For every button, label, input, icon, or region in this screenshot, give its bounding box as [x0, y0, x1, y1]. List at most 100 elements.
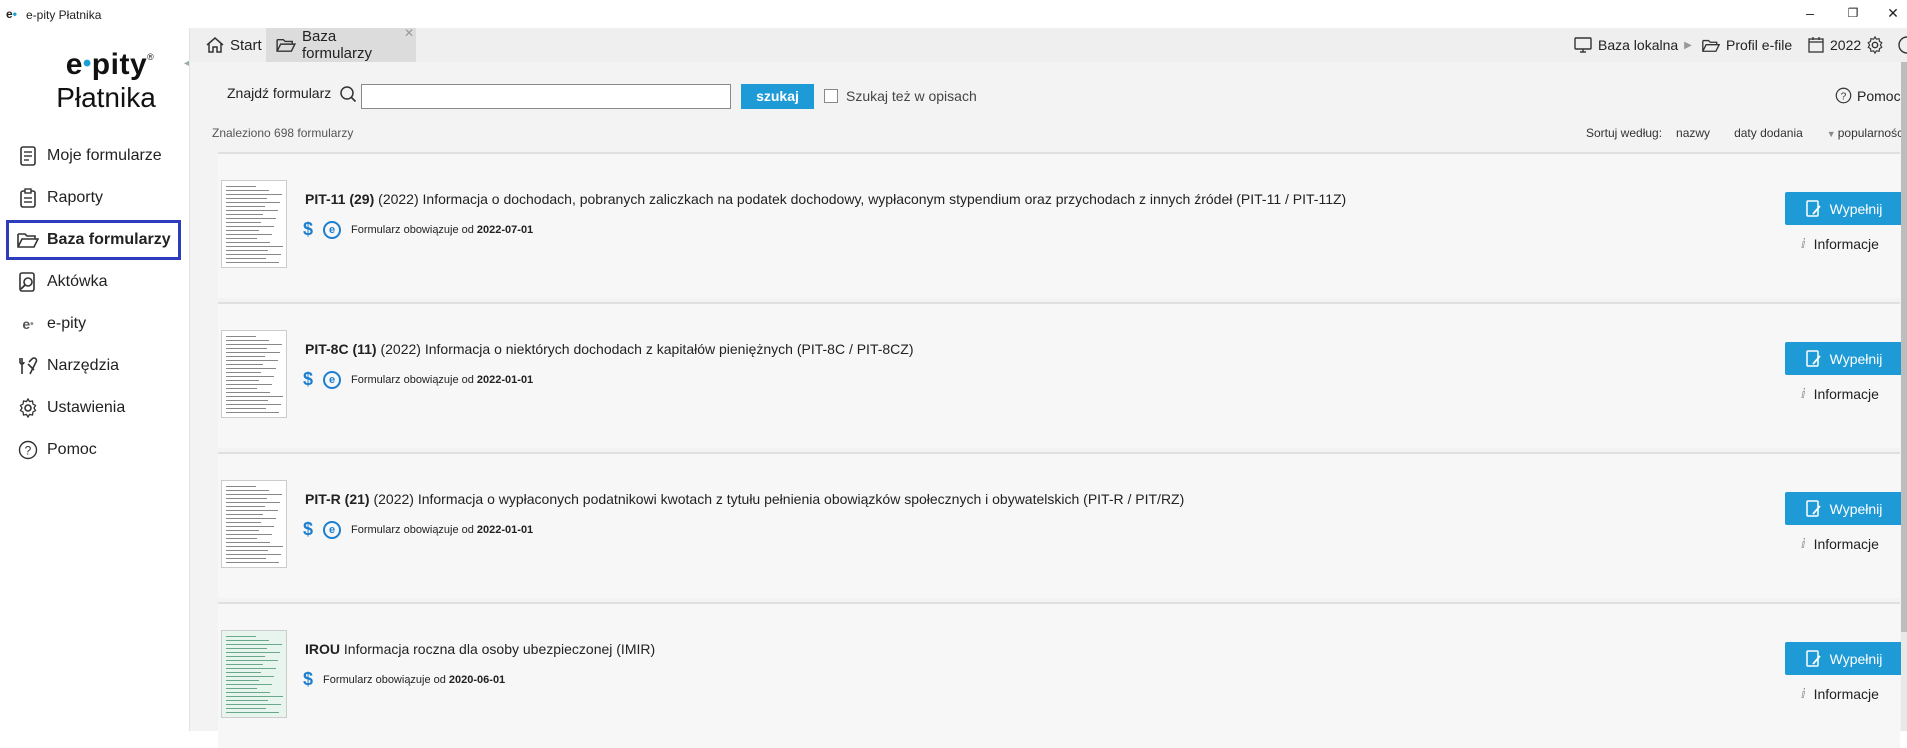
form-thumbnail[interactable]	[221, 630, 287, 718]
valid-from-date: 2022-01-01	[476, 523, 534, 536]
sidebar: ◂ e•pity® Płatnika Moje formularze Rapor…	[0, 28, 190, 731]
search-button[interactable]: szukaj	[741, 84, 814, 109]
form-meta: $ e Formularz obowiązuje od 2022-01-01	[303, 369, 533, 390]
form-thumbnail[interactable]	[221, 330, 287, 418]
form-code: PIT-11 (29)	[305, 191, 375, 207]
year-selector[interactable]: 2022	[1808, 28, 1861, 62]
info-label: Informacje	[1813, 536, 1879, 552]
help-circle-icon[interactable]	[1896, 28, 1907, 62]
valid-from-date: 2022-01-01	[476, 373, 534, 386]
tab-label: Baza formularzy	[302, 28, 373, 62]
form-card: PIT-11 (29) (2022) Informacja o dochodac…	[218, 152, 1903, 298]
form-description: Informacja roczna dla osoby ubezpieczone…	[340, 641, 656, 657]
profile-link[interactable]: Profil e-file	[1702, 28, 1792, 62]
tab-baza-formularzy[interactable]: Baza formularzy ✕	[266, 26, 416, 62]
sort-by-name[interactable]: nazwy	[1676, 126, 1710, 140]
document-icon	[17, 145, 39, 167]
sidebar-item-label: e-pity	[47, 315, 87, 332]
briefcase-search-icon	[17, 271, 39, 293]
edit-document-icon	[1805, 649, 1822, 668]
info-link[interactable]: ⅈ Informacje	[1801, 386, 1879, 402]
sidebar-item-label: Aktówka	[47, 273, 108, 290]
sidebar-item-narzedzia[interactable]: Narzędzia	[6, 346, 181, 386]
info-label: Informacje	[1813, 386, 1879, 402]
tab-start[interactable]: Start	[196, 28, 272, 62]
search-input[interactable]	[361, 84, 731, 109]
form-card: PIT-8C (11) (2022) Informacja o niektóry…	[218, 302, 1903, 448]
help-label: Pomoc	[1857, 87, 1901, 104]
edit-document-icon	[1805, 349, 1822, 368]
info-link[interactable]: ⅈ Informacje	[1801, 236, 1879, 252]
sort-by-popularity[interactable]: ▼ popularności	[1827, 126, 1906, 140]
monitor-icon	[1574, 37, 1592, 53]
e-declaration-icon: e	[323, 520, 342, 539]
sidebar-item-pomoc[interactable]: ? Pomoc	[6, 430, 181, 470]
info-link[interactable]: ⅈ Informacje	[1801, 686, 1879, 702]
sidebar-item-ustawienia[interactable]: Ustawienia	[6, 388, 181, 428]
local-db-link[interactable]: Baza lokalna ▶	[1574, 28, 1698, 62]
search-descriptions-checkbox[interactable]	[824, 89, 838, 103]
sort-label: Sortuj według:	[1586, 126, 1663, 140]
valid-from-label: Formularz obowiązuje od	[351, 223, 474, 236]
sidebar-nav: Moje formularze Raporty Baza formularzy …	[6, 136, 181, 472]
window-title: e-pity Płatnika	[26, 8, 102, 22]
e-pity-icon: e •	[22, 316, 34, 332]
form-title[interactable]: IROU Informacja roczna dla osoby ubezpie…	[305, 641, 655, 657]
search-bar: Znajdź formularz szukaj Szukaj też w opi…	[190, 62, 1907, 122]
local-db-label: Baza lokalna	[1598, 37, 1679, 53]
sidebar-item-moje-formularze[interactable]: Moje formularze	[6, 136, 181, 176]
sort-by-date[interactable]: daty dodania	[1734, 126, 1803, 140]
info-link[interactable]: ⅈ Informacje	[1801, 536, 1879, 552]
search-icon	[339, 85, 357, 108]
minimize-button[interactable]: –	[1795, 3, 1825, 23]
settings-gear-icon[interactable]	[1866, 28, 1884, 62]
sidebar-item-aktowka[interactable]: Aktówka	[6, 262, 181, 302]
tab-label: Start	[230, 36, 262, 54]
fill-button-label: Wypełnij	[1829, 500, 1883, 517]
valid-from-label: Formularz obowiązuje od	[323, 673, 446, 686]
valid-from-label: Formularz obowiązuje od	[351, 523, 474, 536]
tools-icon	[17, 355, 39, 377]
sidebar-item-label: Pomoc	[47, 441, 97, 458]
info-label: Informacje	[1813, 686, 1879, 702]
form-thumbnail[interactable]	[221, 480, 287, 568]
info-icon: ⅈ	[1801, 536, 1806, 551]
form-thumbnail[interactable]	[221, 180, 287, 268]
form-title[interactable]: PIT-11 (29) (2022) Informacja o dochodac…	[305, 191, 1346, 207]
form-description: (2022) Informacja o niektórych dochodach…	[376, 341, 914, 357]
form-card: IROU Informacja roczna dla osoby ubezpie…	[218, 602, 1903, 748]
calendar-icon	[1808, 37, 1824, 53]
dollar-icon: $	[303, 219, 314, 239]
fill-button[interactable]: Wypełnij	[1785, 192, 1903, 225]
scrollbar-thumb[interactable]	[1901, 62, 1907, 632]
scrollbar[interactable]	[1901, 62, 1907, 731]
form-title[interactable]: PIT-R (21) (2022) Informacja o wypłacony…	[305, 491, 1184, 507]
e-declaration-icon: e	[323, 370, 342, 389]
form-meta: $ e Formularz obowiązuje od 2022-01-01	[303, 519, 533, 540]
form-title[interactable]: PIT-8C (11) (2022) Informacja o niektóry…	[305, 341, 914, 357]
close-button[interactable]: ✕	[1878, 3, 1907, 23]
fill-button[interactable]: Wypełnij	[1785, 492, 1903, 525]
collapse-sidebar-icon[interactable]: ◂	[184, 58, 189, 69]
sidebar-item-e-pity[interactable]: e • e-pity	[6, 304, 181, 344]
gear-icon	[17, 397, 39, 419]
close-tab-icon[interactable]: ✕	[404, 26, 414, 40]
info-icon: ⅈ	[1801, 386, 1806, 401]
question-icon: ?	[17, 439, 39, 461]
fill-button-label: Wypełnij	[1829, 350, 1883, 367]
clipboard-icon	[17, 187, 39, 209]
folder-open-icon	[1702, 38, 1720, 53]
search-label: Znajdź formularz	[227, 85, 332, 101]
fill-button[interactable]: Wypełnij	[1785, 342, 1903, 375]
restore-button[interactable]: ❐	[1838, 3, 1868, 23]
valid-from-date: 2022-07-01	[476, 223, 534, 236]
sort-desc-arrow-icon: ▼	[1826, 129, 1836, 139]
form-code: PIT-R (21)	[305, 491, 370, 507]
sidebar-item-baza-formularzy[interactable]: Baza formularzy	[6, 220, 181, 260]
info-icon: ⅈ	[1801, 686, 1806, 701]
sidebar-item-label: Moje formularze	[47, 147, 162, 164]
form-description: (2022) Informacja o dochodach, pobranych…	[374, 191, 1347, 207]
fill-button[interactable]: Wypełnij	[1785, 642, 1903, 675]
sidebar-item-raporty[interactable]: Raporty	[6, 178, 181, 218]
help-link[interactable]: ? Pomoc	[1835, 87, 1901, 104]
